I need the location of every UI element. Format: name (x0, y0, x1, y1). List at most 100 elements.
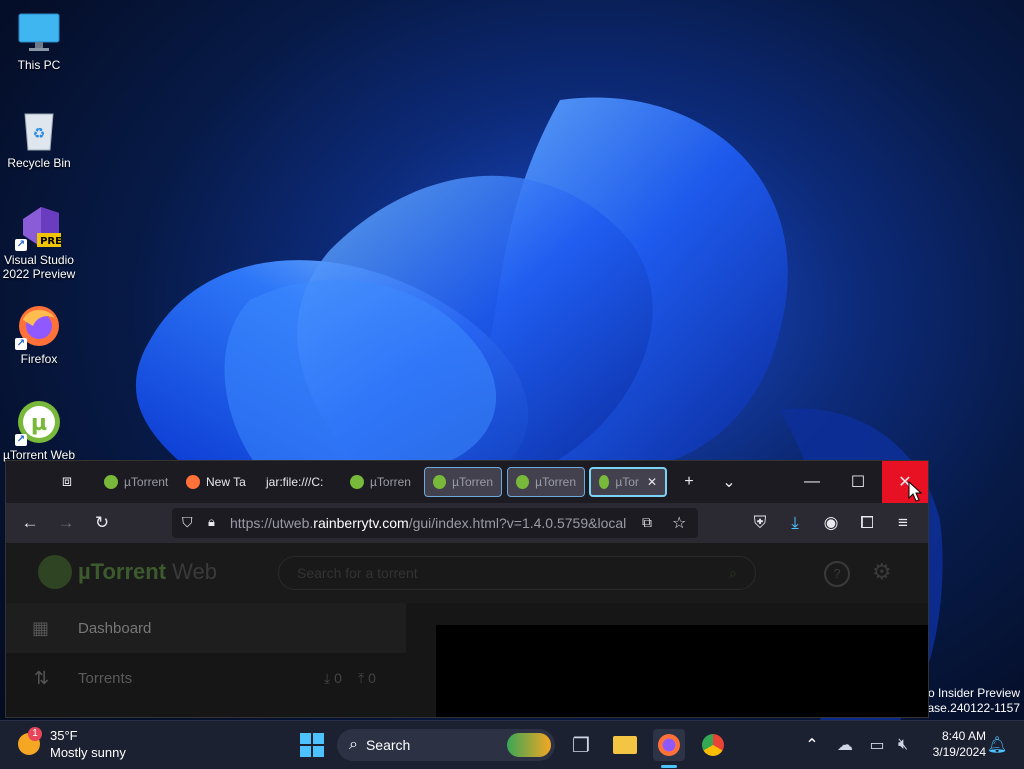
tab-utorrent-3[interactable]: µTorren (424, 467, 502, 497)
url-text: https://utweb.rainberrytv.com/gui/index.… (230, 515, 627, 531)
app-header: µTorrent Web Search for a torrent ⌕ ? ⚙ (6, 543, 928, 603)
url-bar[interactable]: ⛉ 🔒︎ https://utweb.rainberrytv.com/gui/i… (172, 508, 698, 538)
utorrent-icon (350, 475, 364, 489)
plus-icon: + (684, 473, 694, 490)
shortcut-arrow-icon: ↗ (15, 434, 27, 446)
file-explorer-button[interactable] (609, 729, 641, 761)
svg-text:PRE: PRE (40, 236, 61, 247)
chevron-down-icon: ⌄ (722, 474, 736, 491)
close-tab-icon[interactable]: ✕ (647, 475, 657, 489)
monitor-icon (17, 10, 61, 54)
utorrent-icon: µ ↗ (15, 400, 61, 446)
settings-gear-icon[interactable]: ⚙ (872, 559, 892, 585)
transfer-arrows-icon: ⇅ (34, 667, 50, 688)
task-view-icon: ❐ (572, 734, 590, 757)
firefox-icon: ↗ (15, 304, 61, 350)
extensions-button[interactable]: ⧠ (853, 509, 881, 537)
lock-icon: 🔒︎ (208, 514, 215, 529)
desktop-icon-visual-studio[interactable]: PRE ↗ Visual Studio 2022 Preview (0, 205, 78, 281)
firefox-taskbar-button[interactable] (653, 729, 685, 761)
tab-utorrent-1[interactable]: µTorrent (96, 467, 178, 497)
tab-bar: ⧈ µTorrent New Ta jar:file:///C: µTorren… (6, 461, 928, 503)
desktop-icon-recycle-bin[interactable]: ♻ Recycle Bin (0, 108, 78, 170)
shield-icon: ⛉ (182, 514, 193, 530)
visual-studio-icon: PRE ↗ (15, 205, 61, 251)
start-button[interactable] (296, 729, 328, 761)
desktop-icon-firefox[interactable]: ↗ Firefox (0, 304, 78, 366)
tab-utorrent-active[interactable]: µTor ✕ (589, 467, 667, 497)
notifications-button[interactable]: 🔔︎ (984, 729, 1010, 761)
clock[interactable]: 8:40 AM 3/19/2024 (920, 728, 986, 760)
chrome-icon (702, 734, 724, 756)
firefox-icon (658, 734, 680, 756)
forward-button[interactable]: → (52, 509, 80, 537)
task-view-button[interactable]: ❐ (565, 729, 597, 761)
back-button[interactable]: ← (16, 509, 44, 537)
main-content-area (436, 625, 928, 717)
chrome-taskbar-button[interactable] (697, 729, 729, 761)
tab-utorrent-2[interactable]: µTorren (342, 467, 424, 497)
bookmark-star-icon[interactable]: ☆ (672, 513, 686, 533)
taskbar-search[interactable]: ⌕ Search (337, 729, 555, 761)
svg-text:♻: ♻ (33, 126, 46, 142)
firefox-view-icon: ⧈ (61, 473, 73, 490)
svg-text:µ: µ (31, 411, 47, 436)
cloud-offline-icon: ☁ (837, 737, 853, 754)
desktop-icon-this-pc[interactable]: This PC (0, 10, 78, 72)
windows-logo-icon (300, 733, 324, 757)
firefox-window[interactable]: ⧈ µTorrent New Ta jar:file:///C: µTorren… (5, 460, 929, 718)
reload-button[interactable]: ↻ (88, 509, 116, 537)
volume-muted-icon: 🔇︎ (897, 736, 909, 753)
utorrent-icon (599, 475, 610, 489)
pocket-button[interactable]: ⛨ (746, 509, 774, 537)
torrent-search-input[interactable]: Search for a torrent ⌕ (278, 556, 756, 590)
account-icon: ◉ (823, 513, 839, 532)
shortcut-arrow-icon: ↗ (15, 338, 27, 350)
list-all-tabs-button[interactable]: ⌄ (706, 461, 752, 503)
firefox-view-button[interactable]: ⧈ (44, 461, 90, 503)
network-icon: ▭ (869, 737, 885, 754)
search-highlight-icon (507, 733, 551, 757)
recycle-bin-icon: ♻ (17, 108, 61, 152)
utorrent-icon (104, 475, 118, 489)
downloads-button[interactable]: ⤓ (781, 509, 809, 537)
minimize-icon: — (804, 473, 820, 490)
sidebar-item-torrents[interactable]: ⇅ Torrents ⤓ 0 ⤒ 0 (6, 653, 406, 703)
tab-jar-file[interactable]: jar:file:///C: (258, 467, 342, 497)
picture-in-picture-icon[interactable]: ⧉ (642, 514, 652, 531)
account-button[interactable]: ◉ (817, 509, 845, 537)
utorrent-icon (516, 475, 530, 489)
utorrent-web-page: µTorrent Web Search for a torrent ⌕ ? ⚙ … (6, 543, 928, 717)
desktop-icon-utorrent-web[interactable]: µ ↗ µTorrent Web (0, 400, 78, 462)
puzzle-icon: ⧠ (860, 513, 874, 532)
menu-button[interactable]: ≡ (889, 509, 917, 537)
utorrent-logo-icon (38, 555, 72, 589)
tab-utorrent-4[interactable]: µTorren (507, 467, 585, 497)
sidebar-item-dashboard[interactable]: ▦ Dashboard (6, 603, 406, 653)
utorrent-icon (433, 475, 447, 489)
notification-badge: 1 (28, 727, 42, 741)
onedrive-button[interactable]: ☁ (830, 729, 860, 761)
tab-new-tab[interactable]: New Ta (178, 467, 258, 497)
bell-icon: 🔔︎ (986, 737, 1008, 754)
weather-widget[interactable]: 1 35°F Mostly sunny (18, 727, 138, 763)
chevron-up-icon: ⌃ (805, 737, 819, 754)
minimize-button[interactable]: — (789, 461, 835, 503)
help-icon[interactable]: ? (824, 561, 850, 587)
maximize-icon: ☐ (850, 474, 866, 491)
app-sidebar: ▦ Dashboard ⇅ Torrents ⤓ 0 ⤒ 0 (6, 603, 406, 717)
pocket-icon: ⛨ (753, 513, 767, 532)
hamburger-menu-icon: ≡ (898, 513, 908, 532)
dashboard-grid-icon: ▦ (32, 617, 50, 638)
upload-count: ⤒ 0 (358, 669, 376, 686)
volume-button[interactable]: 🔇︎ (888, 729, 918, 761)
forward-arrow-icon: → (57, 513, 75, 532)
shortcut-arrow-icon: ↗ (15, 239, 27, 251)
taskbar: 1 35°F Mostly sunny ⌕ Search ❐ ⌃ ☁ ▭ 🔇︎ … (0, 720, 1024, 769)
watermark: ro Insider Preview lease.240122-1157 (918, 686, 1020, 715)
reload-icon: ↻ (94, 513, 110, 532)
mouse-cursor-icon (908, 481, 922, 502)
show-hidden-icons-button[interactable]: ⌃ (797, 729, 827, 761)
maximize-button[interactable]: ☐ (835, 461, 881, 503)
search-icon: ⌕ (729, 565, 737, 581)
